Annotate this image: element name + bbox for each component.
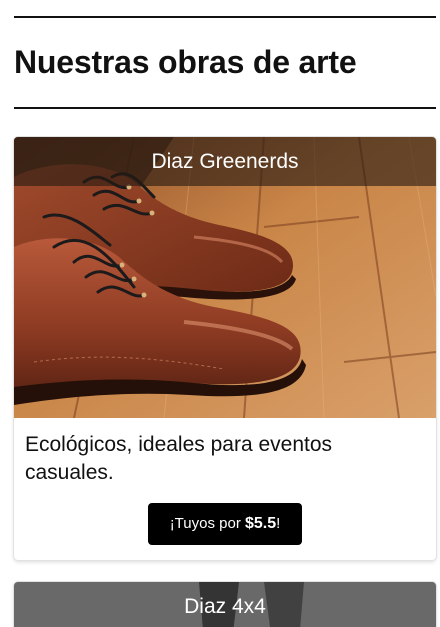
product-image: Diaz Greenerds (14, 137, 436, 418)
product-card: Diaz 4x4 (14, 582, 436, 627)
product-price: $5.5 (245, 515, 277, 532)
product-card: Diaz Greenerds Ecológicos, ideales para … (14, 137, 436, 560)
product-name: Diaz Greenerds (14, 137, 436, 186)
buy-button-suffix: ! (276, 515, 281, 532)
product-description: Ecológicos, ideales para eventos casuale… (25, 433, 333, 484)
product-name: Diaz 4x4 (14, 582, 436, 627)
page: Nuestras obras de arte Diaz Greenerds Ec… (0, 0, 440, 627)
title-divider (14, 107, 436, 109)
page-title: Nuestras obras de arte (14, 44, 357, 80)
product-image: Diaz 4x4 (14, 582, 436, 627)
buy-button-label: ¡Tuyos por (169, 515, 245, 532)
buy-button[interactable]: ¡Tuyos por $5.5! (148, 503, 302, 545)
top-divider (14, 16, 436, 18)
